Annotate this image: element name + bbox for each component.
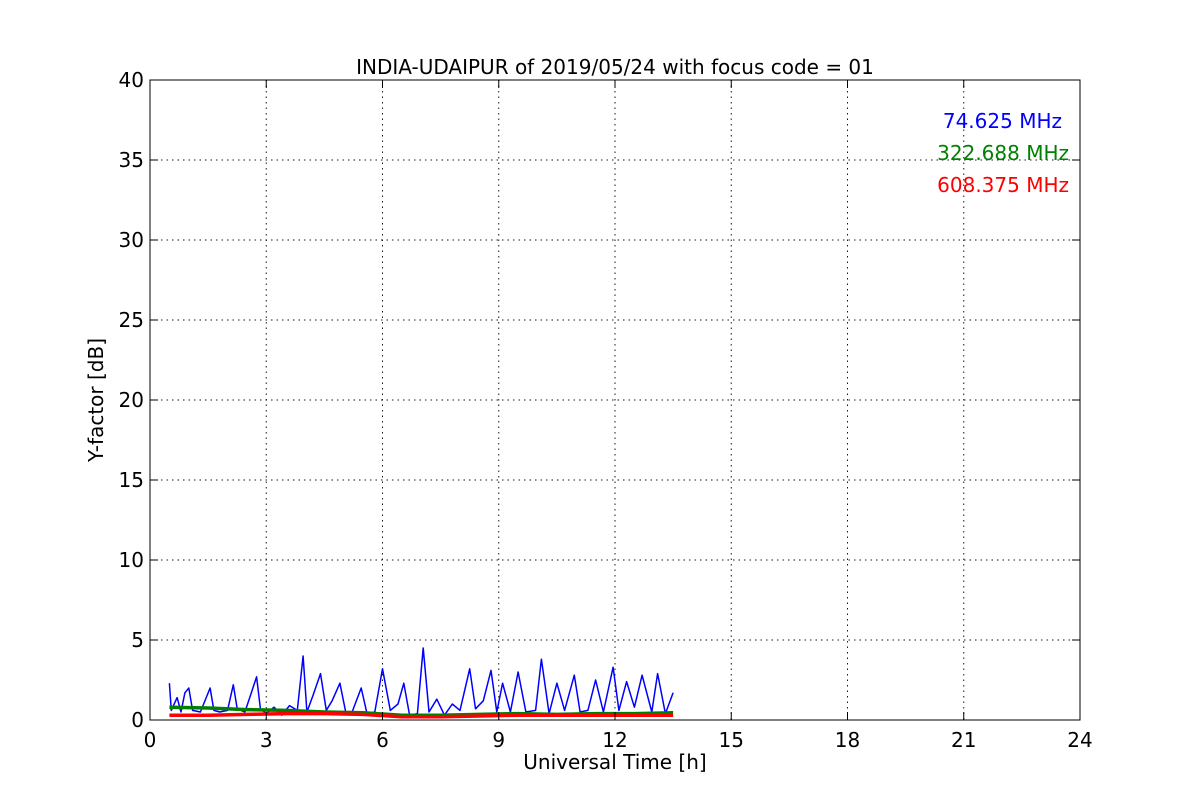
x-axis-label: Universal Time [h]: [523, 750, 706, 774]
x-tick-label: 0: [144, 728, 157, 752]
y-tick-label: 25: [119, 308, 144, 332]
y-tick-label: 40: [119, 68, 144, 92]
y-tick-label: 0: [131, 708, 144, 732]
legend-entry: 322.688 MHz: [937, 141, 1069, 165]
y-tick-label: 20: [119, 388, 144, 412]
chart-title: INDIA-UDAIPUR of 2019/05/24 with focus c…: [356, 55, 874, 79]
y-tick-label: 35: [119, 148, 144, 172]
legend: 74.625 MHz 322.688 MHz 608.375 MHz: [937, 109, 1069, 197]
x-tick-label: 21: [951, 728, 976, 752]
y-tick-label: 10: [119, 548, 144, 572]
chart: 0 3 6 9 12 15 18 21 24 0 5 10 15 20 25 30 35 40 INDIA-UDA…: [0, 0, 1200, 800]
y-tick-label: 5: [131, 628, 144, 652]
x-tick-label: 9: [492, 728, 505, 752]
y-tick-label: 15: [119, 468, 144, 492]
y-axis-label: Y-factor [dB]: [84, 338, 108, 463]
x-tick-label: 24: [1067, 728, 1092, 752]
x-tick-label: 18: [835, 728, 860, 752]
y-tick-label: 30: [119, 228, 144, 252]
x-tick-label: 3: [260, 728, 273, 752]
x-tick-label: 12: [602, 728, 627, 752]
x-tick-label: 15: [719, 728, 744, 752]
x-tick-label: 6: [376, 728, 389, 752]
legend-entry: 608.375 MHz: [937, 173, 1069, 197]
legend-entry: 74.625 MHz: [943, 109, 1062, 133]
